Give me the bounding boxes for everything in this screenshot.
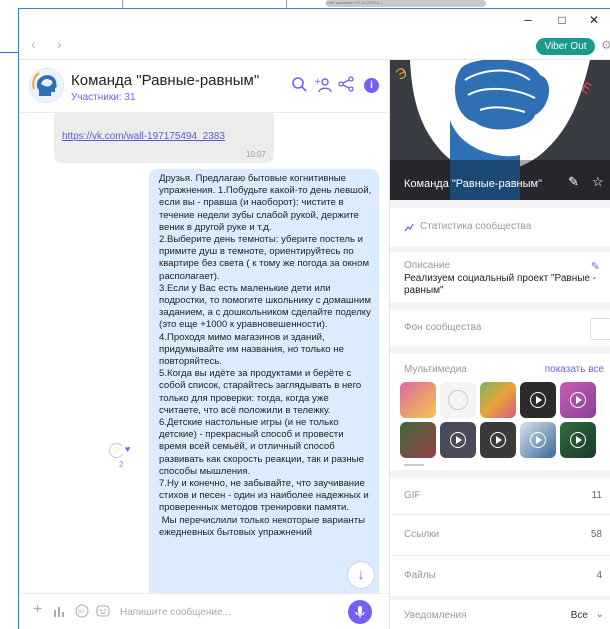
- media-thumbnail[interactable]: [480, 382, 516, 418]
- head-brain-icon: [30, 69, 63, 102]
- scroll-down-button[interactable]: ↓: [347, 561, 375, 589]
- svg-text:GIF: GIF: [78, 609, 86, 615]
- media-scrollbar[interactable]: [404, 464, 424, 466]
- settings-gear-icon[interactable]: ⚙: [601, 38, 610, 52]
- message-text: Друзья. Предлагаю бытовые когнитивные уп…: [159, 173, 372, 538]
- viber-window: – □ ✕ ‹ › Viber Out ⚙ Команда "Равные-ра…: [18, 8, 610, 629]
- maximize-button[interactable]: □: [547, 11, 577, 29]
- multimedia-title: Мультимедиа: [404, 364, 467, 375]
- title-bar: – □ ✕: [19, 9, 610, 31]
- description-title: Описание: [404, 260, 451, 271]
- notifications-value[interactable]: Все: [571, 610, 588, 621]
- share-icon[interactable]: [337, 76, 355, 94]
- close-button[interactable]: ✕: [579, 11, 609, 29]
- play-icon: [530, 432, 546, 448]
- background-line: [286, 0, 287, 8]
- gif-label: GIF: [404, 490, 421, 501]
- navigation-bar: ‹ › Viber Out ⚙: [19, 31, 610, 60]
- media-thumbnail[interactable]: [400, 422, 436, 458]
- search-icon[interactable]: [290, 76, 308, 94]
- background-line: [122, 0, 123, 8]
- svg-text:+: +: [314, 77, 322, 87]
- play-icon: [530, 392, 546, 408]
- links-label: Ссылки: [404, 529, 440, 540]
- video-thumbnail[interactable]: [520, 382, 556, 418]
- desktop-background: Свет выключен 22.10.2019 в ...: [0, 0, 610, 8]
- files-label: Файлы: [404, 570, 436, 581]
- pencil-icon[interactable]: ✎: [568, 174, 579, 190]
- back-icon[interactable]: ‹: [31, 36, 36, 52]
- edit-description-icon[interactable]: ✎: [591, 260, 600, 273]
- background-swatch[interactable]: [590, 318, 610, 340]
- stats-label: Статистика сообщества: [420, 221, 532, 232]
- background-row[interactable]: Фон сообщества: [390, 310, 610, 346]
- incoming-message[interactable]: https://vk.com/wall-197175494_2383 10:07: [54, 113, 274, 163]
- microphone-button[interactable]: [348, 600, 372, 624]
- group-avatar[interactable]: [29, 68, 64, 103]
- play-icon: [570, 432, 586, 448]
- info-icon[interactable]: i: [364, 78, 379, 93]
- chat-header: Команда "Равные-равным" Участники: 31 + …: [19, 60, 389, 113]
- show-all-link[interactable]: показать все: [545, 364, 604, 375]
- members-count[interactable]: Участники: 31: [71, 92, 135, 103]
- heart-filled-icon[interactable]: ♥: [121, 443, 134, 456]
- star-icon[interactable]: ☆: [592, 174, 604, 190]
- message-time: 10:07: [245, 150, 266, 159]
- message-list[interactable]: https://vk.com/wall-197175494_2383 10:07…: [19, 113, 389, 593]
- outgoing-message[interactable]: Друзья. Предлагаю бытовые когнитивные уп…: [149, 169, 379, 593]
- links-count: 58: [590, 529, 602, 540]
- links-row[interactable]: Ссылки 58: [390, 515, 610, 555]
- notifications-label: Уведомления: [404, 610, 467, 621]
- video-thumbnail[interactable]: [480, 422, 516, 458]
- play-icon: [490, 432, 506, 448]
- reaction-count: 2: [119, 460, 124, 469]
- sticker-icon[interactable]: [96, 604, 110, 621]
- video-thumbnail[interactable]: [560, 382, 596, 418]
- stats-row[interactable]: Статистика сообщества: [390, 208, 610, 246]
- background-window-edge: [0, 8, 19, 53]
- files-row[interactable]: Файлы 4: [390, 556, 610, 596]
- message-link[interactable]: https://vk.com/wall-197175494_2383: [62, 131, 225, 142]
- forward-icon[interactable]: ›: [57, 36, 62, 52]
- media-thumbnail[interactable]: [400, 382, 436, 418]
- poll-icon[interactable]: [53, 604, 67, 621]
- viber-out-button[interactable]: Viber Out: [536, 38, 595, 55]
- multimedia-section: Мультимедиа показать все: [390, 354, 610, 470]
- video-thumbnail[interactable]: [560, 422, 596, 458]
- cover-title: Команда "Равные-равным": [404, 178, 542, 190]
- message-input[interactable]: Напишите сообщение...: [120, 607, 231, 618]
- gif-icon[interactable]: GIF: [75, 604, 89, 621]
- background-thumbnail: Свет выключен 22.10.2019 в ...: [326, 0, 486, 7]
- chevron-down-icon[interactable]: ⌄: [596, 609, 604, 620]
- chat-title[interactable]: Команда "Равные-равным": [71, 72, 259, 89]
- community-cover[interactable]: Э Е Команда "Равные-равным" ✎ ☆: [390, 60, 610, 200]
- notifications-row[interactable]: Уведомления Все ⌄: [390, 600, 610, 629]
- files-count: 4: [596, 570, 602, 581]
- video-thumbnail[interactable]: [520, 422, 556, 458]
- message-composer: + GIF Напишите сообщение...: [19, 593, 389, 629]
- play-icon: [570, 392, 586, 408]
- media-thumbnail[interactable]: [440, 382, 476, 418]
- description-row[interactable]: Описание ✎ Реализуем социальный проект "…: [390, 252, 610, 302]
- info-panel: Э Е Команда "Равные-равным" ✎ ☆ Статисти…: [389, 60, 610, 629]
- microphone-icon: [355, 606, 365, 618]
- gif-count: 11: [591, 490, 602, 501]
- background-label: Фон сообщества: [404, 322, 482, 333]
- stats-icon: [404, 222, 414, 235]
- description-text: Реализуем социальный проект "Равные - ра…: [404, 273, 597, 296]
- play-icon: [450, 432, 466, 448]
- video-thumbnail[interactable]: [440, 422, 476, 458]
- gif-row[interactable]: GIF 11: [390, 478, 610, 514]
- message-reactions[interactable]: ♡ ♥ 2: [107, 443, 137, 471]
- plus-icon[interactable]: +: [33, 601, 42, 619]
- add-participant-icon[interactable]: +: [314, 76, 332, 94]
- minimize-button[interactable]: –: [513, 11, 543, 29]
